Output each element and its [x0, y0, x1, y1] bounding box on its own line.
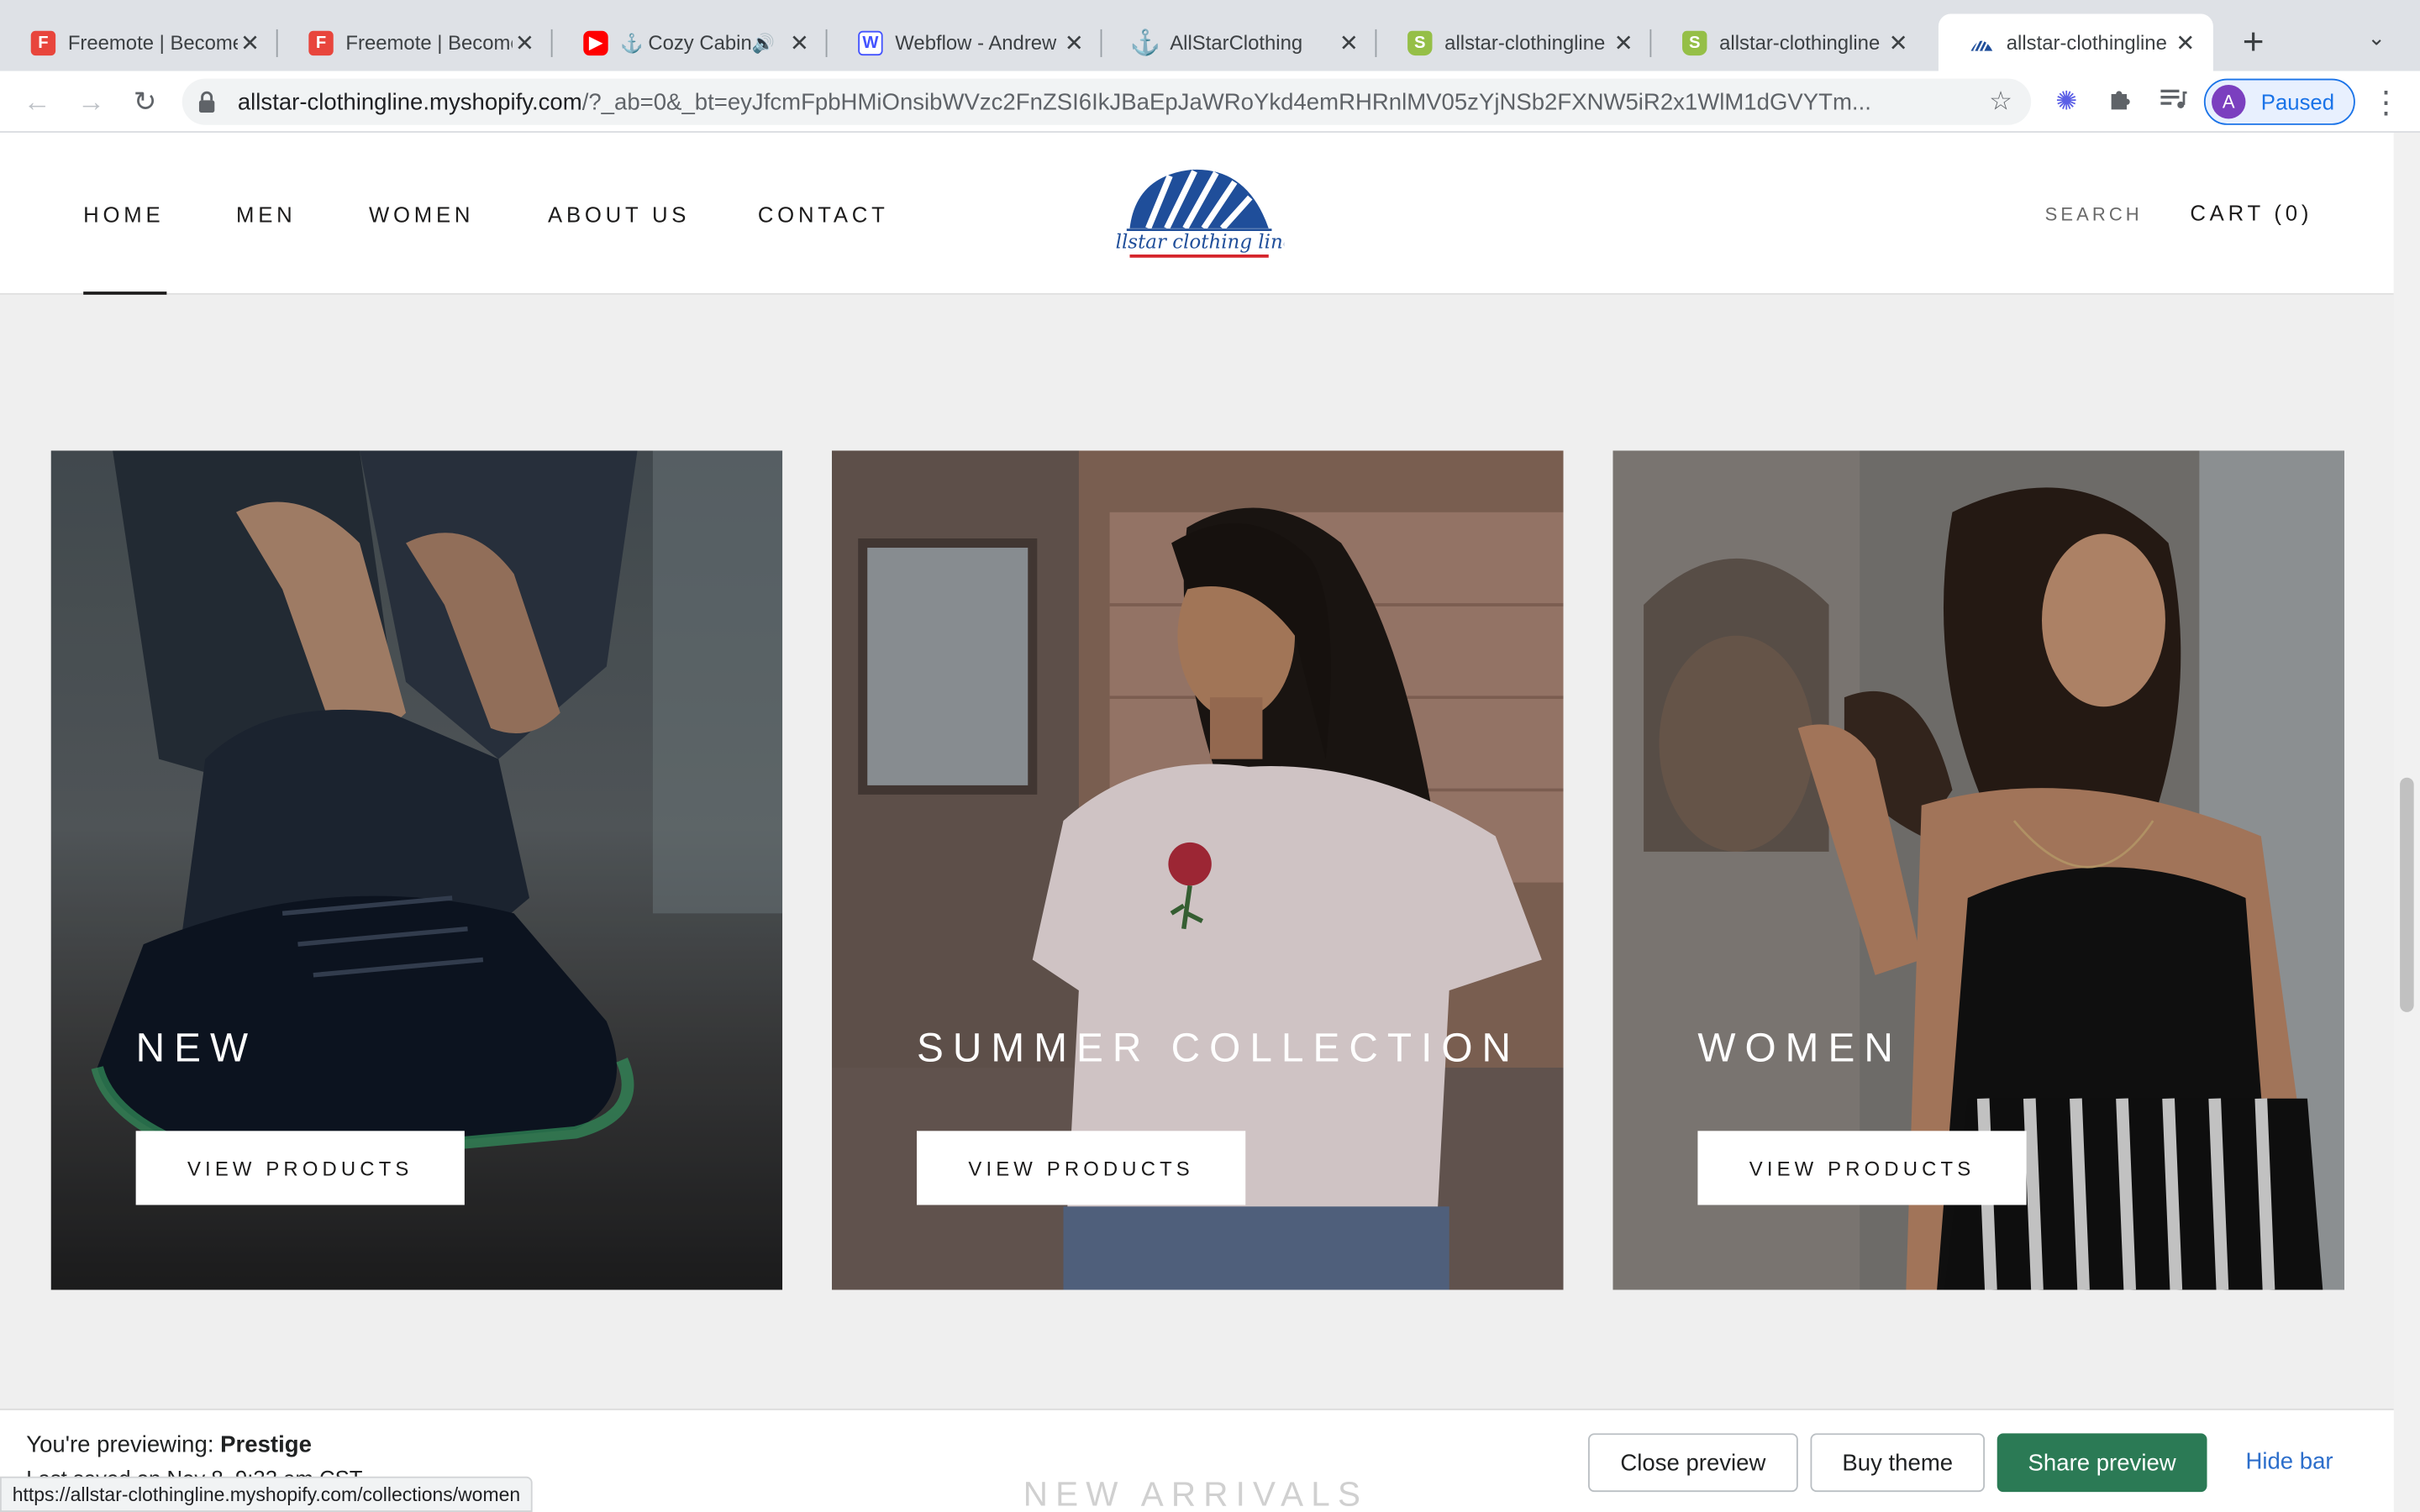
url-path: /?_ab=0&_bt=eyJfcmFpbHMiOnsibWVzc2FnZSI6… — [581, 88, 1871, 115]
tab-title: Freemote | Become — [345, 30, 513, 55]
nav-home[interactable]: HOME — [83, 202, 164, 227]
collection-card-summer[interactable]: SUMMER COLLECTION VIEW PRODUCTS — [831, 450, 1564, 1290]
browser-tab[interactable]: ⚓ AllStarClothing ✕ — [1102, 14, 1377, 71]
site-header: HOME MEN WOMEN ABOUT US CONTACT allstar … — [0, 132, 2394, 295]
nav-about-us[interactable]: ABOUT US — [548, 202, 690, 227]
youtube-icon: ▶ — [583, 29, 608, 55]
bookmark-star-icon[interactable]: ☆ — [1989, 87, 2012, 118]
close-tab-icon[interactable]: ✕ — [2173, 29, 2197, 56]
collection-title: WOMEN — [1697, 1024, 1902, 1071]
allstar-favicon — [1970, 30, 1994, 55]
search-link[interactable]: SEARCH — [2045, 203, 2143, 225]
url-host: allstar-clothingline.myshopify.com — [237, 88, 582, 115]
close-tab-icon[interactable]: ✕ — [1337, 29, 1361, 56]
previewing-label: You're previewing: — [26, 1431, 214, 1458]
browser-tab-active[interactable]: allstar-clothingline ✕ — [1938, 13, 2213, 71]
webflow-icon: W — [858, 29, 883, 55]
page-scrollbar[interactable] — [2393, 132, 2420, 1512]
scrollbar-thumb[interactable] — [2400, 777, 2414, 1012]
tab-title: Freemote | Become — [67, 30, 238, 55]
close-tab-icon[interactable]: ✕ — [238, 29, 262, 56]
tab-strip: F Freemote | Become ✕ F Freemote | Becom… — [0, 0, 2420, 71]
browser-tab[interactable]: W Webflow - Andrew ✕ — [827, 14, 1102, 71]
collection-card-new[interactable]: NEW VIEW PRODUCTS — [50, 450, 783, 1290]
browser-tab[interactable]: F Freemote | Become ✕ — [278, 14, 553, 71]
share-preview-button[interactable]: Share preview — [1996, 1433, 2207, 1493]
tab-title: allstar-clothingline — [1444, 30, 1606, 55]
close-tab-icon[interactable]: ✕ — [513, 29, 537, 56]
forward-icon[interactable]: → — [72, 83, 109, 120]
view-products-button[interactable]: VIEW PRODUCTS — [135, 1131, 465, 1205]
extensions-puzzle-icon[interactable] — [2103, 87, 2137, 118]
view-products-button[interactable]: VIEW PRODUCTS — [917, 1131, 1246, 1205]
close-tab-icon[interactable]: ✕ — [787, 29, 812, 56]
collection-title: NEW — [135, 1024, 258, 1071]
previewing-text: You're previewing: Prestige — [26, 1431, 312, 1457]
back-icon[interactable]: ← — [18, 83, 55, 120]
browser-tab[interactable]: ▶ ⚓ Cozy Cabin 🔊 ✕ — [553, 14, 828, 71]
tab-title: AllStarClothing — [1170, 30, 1303, 55]
close-tab-icon[interactable]: ✕ — [1062, 29, 1086, 56]
active-nav-underline — [83, 291, 167, 295]
address-bar[interactable]: allstar-clothingline.myshopify.com /?_ab… — [182, 78, 2032, 125]
close-tab-icon[interactable]: ✕ — [1612, 29, 1636, 56]
close-tab-icon[interactable]: ✕ — [1886, 29, 1910, 56]
extension-sparkle-icon[interactable]: ✺ — [2049, 87, 2083, 118]
cart-link[interactable]: CART (0) — [2190, 201, 2312, 225]
new-arrivals-heading: NEW ARRIVALS — [1023, 1474, 1369, 1512]
freemote-icon: F — [308, 29, 334, 55]
nav-men[interactable]: MEN — [236, 202, 296, 227]
browser-tab[interactable]: S allstar-clothingline ✕ — [1376, 14, 1652, 71]
freemote-icon: F — [30, 29, 56, 55]
tab-search-chevron-icon[interactable]: ⌄ — [2368, 24, 2386, 50]
profile-status-label: Paused — [2260, 89, 2335, 114]
link-status-bar: https://allstar-clothingline.myshopify.c… — [0, 1476, 533, 1512]
theme-name: Prestige — [220, 1431, 312, 1458]
screen: F Freemote | Become ✕ F Freemote | Becom… — [0, 0, 2420, 1512]
nav-women[interactable]: WOMEN — [369, 202, 474, 227]
shopify-icon: S — [1682, 29, 1707, 55]
lock-icon[interactable] — [197, 91, 219, 113]
nav-contact[interactable]: CONTACT — [758, 202, 889, 227]
reload-icon[interactable]: ↻ — [127, 83, 164, 120]
media-queue-icon[interactable] — [2156, 87, 2190, 118]
tab-title: Webflow - Andrew — [895, 30, 1057, 55]
collection-title: SUMMER COLLECTION — [917, 1024, 1521, 1071]
profile-button[interactable]: A Paused — [2203, 78, 2355, 125]
avatar: A — [2212, 85, 2246, 119]
browser-tab[interactable]: F Freemote | Become ✕ — [0, 14, 278, 71]
logo-text: allstar clothing line — [1114, 232, 1284, 254]
anchor-icon: ⚓ — [620, 31, 644, 54]
site-logo[interactable]: allstar clothing line — [1104, 164, 1294, 263]
shopify-icon: S — [1407, 29, 1433, 55]
close-preview-button[interactable]: Close preview — [1587, 1433, 1798, 1493]
new-tab-button[interactable]: + — [2235, 22, 2272, 65]
browser-tab[interactable]: S allstar-clothingline ✕ — [1651, 14, 1926, 71]
anchor-icon: ⚓ — [1129, 29, 1161, 57]
buy-theme-button[interactable]: Buy theme — [1810, 1433, 1986, 1493]
tab-title: allstar-clothingline — [2006, 30, 2167, 55]
hide-bar-link[interactable]: Hide bar — [2245, 1449, 2333, 1475]
speaker-icon[interactable]: 🔊 — [752, 32, 775, 54]
tab-title: Cozy Cabin — [648, 30, 752, 55]
tab-title: allstar-clothingline — [1719, 30, 1881, 55]
more-menu-icon[interactable]: ⋮ — [2370, 83, 2402, 122]
browser-toolbar: ← → ↻ allstar-clothingline.myshopify.com… — [0, 71, 2420, 133]
view-products-button[interactable]: VIEW PRODUCTS — [1697, 1131, 2027, 1205]
collection-card-women[interactable]: WOMEN VIEW PRODUCTS — [1612, 450, 2344, 1290]
